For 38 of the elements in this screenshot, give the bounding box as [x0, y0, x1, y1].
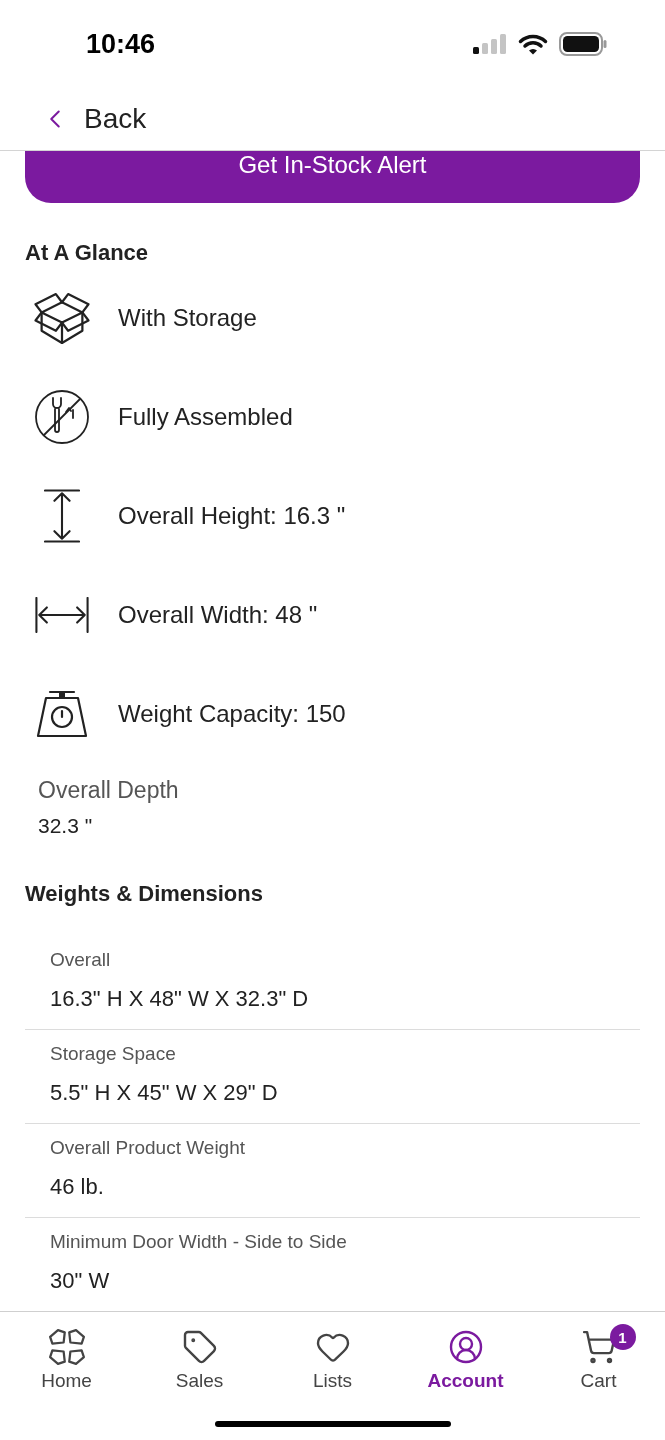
back-button[interactable]: Back	[40, 104, 147, 134]
spec-label: Storage Space	[50, 1042, 176, 1066]
tab-bar-item[interactable]: Account	[399, 1323, 532, 1393]
open-box-icon	[32, 290, 92, 345]
horizontal-arrow-icon	[33, 596, 91, 633]
spec-label: Overall Product Weight	[50, 1136, 245, 1160]
battery-icon	[559, 32, 607, 56]
four-tiles-icon	[48, 1329, 85, 1365]
cart-count-badge: 1	[609, 1324, 636, 1350]
crossed-wrench-icon	[34, 388, 90, 445]
signal-icon	[473, 34, 507, 54]
feature-label: Overall Width: 48 "	[118, 599, 318, 630]
spec-label: Minimum Door Width - Side to Side	[50, 1230, 347, 1254]
status-time: 10:46	[86, 30, 156, 58]
spec-label: Overall	[50, 948, 111, 972]
user-circle-icon	[447, 1329, 484, 1365]
spec-value: 5.5" H X 45" W X 29" D	[50, 1079, 278, 1107]
tab-bar-item[interactable]: 1 Cart	[532, 1323, 665, 1393]
feature-label: Overall Height: 16.3 "	[118, 500, 346, 531]
feature-label: Fully Assembled	[118, 401, 293, 432]
tab-bar-item[interactable]: Lists	[266, 1323, 399, 1393]
tab-bar-item[interactable]: Sales	[133, 1323, 266, 1393]
section-heading: At A Glance	[25, 239, 149, 267]
spec-value: 16.3" H X 48" W X 32.3" D	[50, 985, 309, 1013]
vertical-arrow-icon	[44, 487, 80, 544]
depth-label: Overall Depth	[38, 776, 179, 804]
feature-label: With Storage	[118, 302, 257, 333]
section-heading: Weights & Dimensions	[25, 880, 263, 908]
wifi-icon	[518, 33, 548, 55]
spec-value: 30" W	[50, 1267, 110, 1295]
spec-value: 46 lb.	[50, 1173, 104, 1201]
in-stock-alert-button[interactable]: Get In-Stock Alert	[25, 151, 640, 203]
depth-value: 32.3 "	[38, 813, 93, 839]
feature-label: Weight Capacity: 150	[118, 698, 346, 729]
cart-icon	[580, 1329, 617, 1365]
scale-icon	[36, 689, 88, 738]
tab-bar-item[interactable]: Home	[0, 1323, 133, 1393]
tag-icon	[181, 1329, 218, 1365]
